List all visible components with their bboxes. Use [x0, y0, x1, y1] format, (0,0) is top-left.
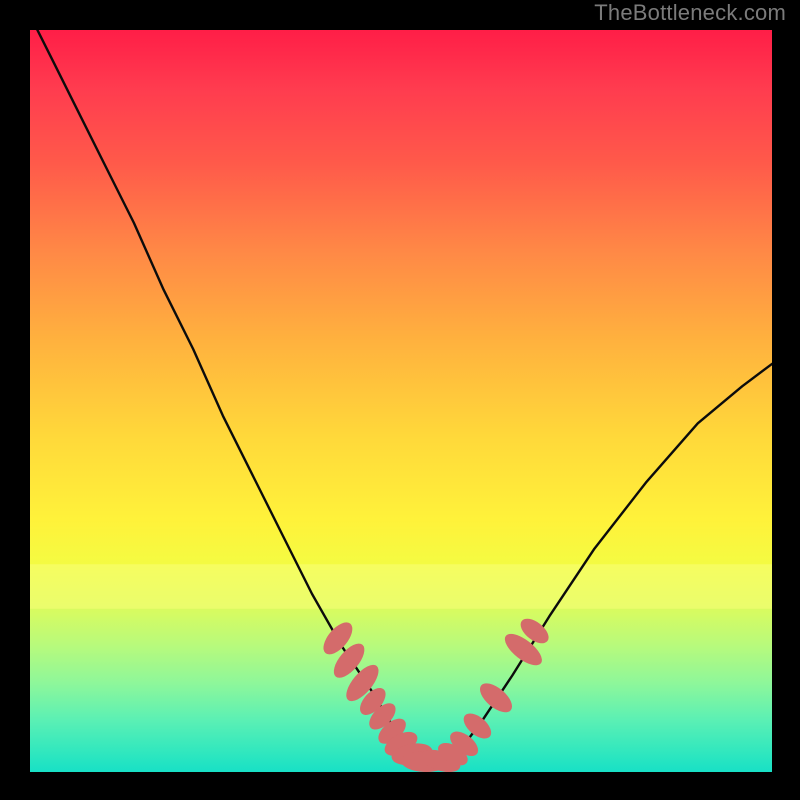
curve-line — [30, 15, 772, 764]
curve-marker — [475, 678, 517, 718]
watermark-text: TheBottleneck.com — [594, 0, 786, 26]
chart-frame: TheBottleneck.com — [0, 0, 800, 800]
highlight-band — [30, 564, 772, 609]
chart-svg-layer — [0, 0, 800, 800]
plot-content-group — [30, 15, 772, 776]
